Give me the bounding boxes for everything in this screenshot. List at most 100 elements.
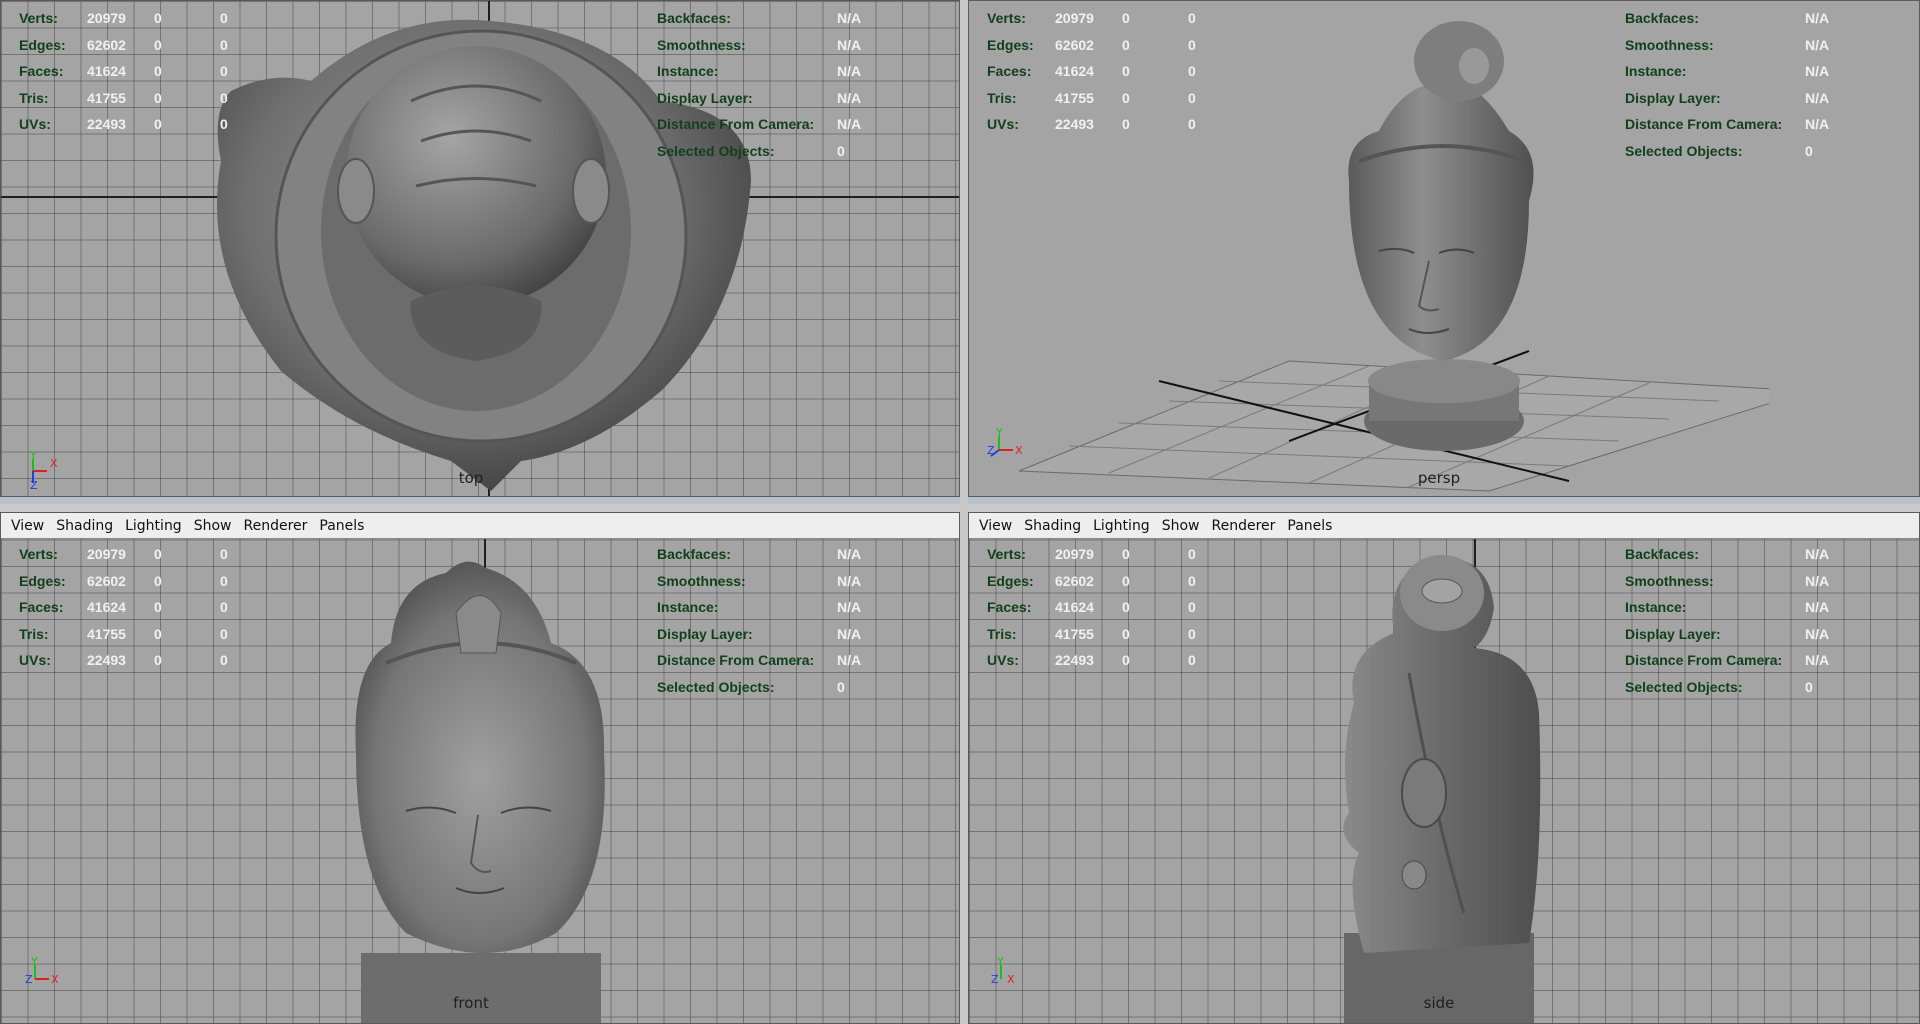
prop-value: N/A [1805,572,1830,589]
stat-value: 20979 [1055,10,1094,27]
stat-value: 0 [154,116,162,133]
menu-show[interactable]: Show [1156,518,1206,534]
stat-label: Edges: [987,36,1034,53]
sculpture-perspective-view[interactable] [1309,21,1569,471]
menu-shading[interactable]: Shading [1018,518,1087,534]
stat-value: 0 [154,63,162,80]
stat-label: Edges: [19,572,66,589]
poly-count-hud: Verts: 20979 0 0 Edges: 62602 0 0 Faces: 41624 0 0 T… [987,5,1196,138]
stat-value: 62602 [87,572,126,589]
stat-label: UVs: [19,652,51,669]
stat-value: 0 [154,625,162,642]
menu-view[interactable]: View [973,518,1018,534]
viewport-side[interactable]: View Shading Lighting Show Renderer Panels si… [968,512,1920,1024]
viewport-persp[interactable]: persp Y X Z Verts: 20979 0 0 Edges: 62602 0 0 Fa… [968,0,1920,497]
prop-row: Instance: N/A [1625,58,1829,85]
axis-gizmo: Y X Z [29,449,58,489]
menu-panels[interactable]: Panels [313,518,370,534]
prop-value: N/A [837,89,862,106]
stat-value: 0 [1188,625,1196,642]
stat-value: 0 [1122,36,1130,53]
svg-text:Y: Y [996,955,1004,968]
stat-row: Edges: 62602 0 0 [19,568,228,595]
stat-value: 0 [1122,599,1130,616]
stat-value: 20979 [87,10,126,27]
viewport-menubar: View Shading Lighting Show Renderer Panels [969,513,1919,539]
stat-value: 0 [220,546,228,563]
stat-row: UVs: 22493 0 0 [19,111,228,138]
menu-view[interactable]: View [5,518,50,534]
svg-text:Y: Y [29,449,37,462]
prop-label: Selected Objects: [657,142,775,159]
prop-label: Display Layer: [657,625,753,642]
menu-renderer[interactable]: Renderer [1205,518,1281,534]
stat-row: UVs: 22493 0 0 [987,111,1196,138]
sculpture-front-view[interactable] [336,553,626,1023]
stat-value: 0 [220,599,228,616]
prop-value: 0 [837,142,845,159]
stat-value: 0 [154,652,162,669]
prop-row: Smoothness: N/A [657,568,861,595]
stat-value: 62602 [87,36,126,53]
prop-row: Smoothness: N/A [657,32,861,59]
prop-label: Distance From Camera: [1625,116,1783,133]
prop-label: Instance: [1625,63,1687,80]
menu-lighting[interactable]: Lighting [119,518,188,534]
stat-value: 0 [154,572,162,589]
menu-show[interactable]: Show [188,518,238,534]
prop-label: Distance From Camera: [1625,652,1783,669]
prop-value: N/A [1805,652,1830,669]
prop-label: Instance: [657,599,719,616]
stat-value: 22493 [87,116,126,133]
stat-value: 62602 [1055,572,1094,589]
stat-value: 20979 [87,546,126,563]
stat-value: 0 [220,36,228,53]
axis-gizmo: Y X Z [25,955,59,986]
stat-row: Faces: 41624 0 0 [987,594,1196,621]
prop-value: N/A [837,625,862,642]
stat-value: 0 [220,63,228,80]
prop-value: N/A [1805,10,1830,27]
stat-value: 0 [220,572,228,589]
prop-label: Display Layer: [1625,625,1721,642]
menu-renderer[interactable]: Renderer [237,518,313,534]
prop-label: Selected Objects: [1625,678,1743,695]
svg-text:X: X [50,457,58,470]
stat-label: Faces: [19,599,64,616]
prop-label: Smoothness: [657,36,746,53]
stat-value: 0 [1122,10,1130,27]
viewport-front[interactable]: View Shading Lighting Show Renderer Panels fr… [0,512,960,1024]
camera-label: front [453,994,489,1012]
stat-row: Edges: 62602 0 0 [19,32,228,59]
prop-label: Smoothness: [657,572,746,589]
stat-value: 0 [154,36,162,53]
camera-label: persp [1417,469,1461,487]
viewport-divider-vertical[interactable] [960,0,968,1024]
stat-label: UVs: [987,116,1019,133]
stat-value: 41624 [1055,63,1094,80]
stat-row: Edges: 62602 0 0 [987,32,1196,59]
menu-lighting[interactable]: Lighting [1087,518,1156,534]
viewport-top[interactable]: top Y X Z Verts: 20979 0 0 Edges: 62602 0 0 Face… [0,0,960,497]
stat-row: Verts: 20979 0 0 [19,5,228,32]
svg-text:X: X [1015,444,1023,457]
camera-label: side [1423,994,1455,1012]
stat-label: Verts: [987,546,1026,563]
prop-row: Smoothness: N/A [1625,32,1829,59]
stat-row: Verts: 20979 0 0 [987,541,1196,568]
svg-text:Y: Y [30,955,38,968]
stat-row: Tris: 41755 0 0 [19,85,228,112]
stat-label: Faces: [987,599,1032,616]
object-details-hud: Backfaces: N/A Smoothness: N/A Instance: N/A D… [1625,541,1829,700]
stat-label: Edges: [987,572,1034,589]
menu-shading[interactable]: Shading [50,518,119,534]
stat-value: 0 [1122,546,1130,563]
stat-value: 0 [1122,625,1130,642]
svg-text:X: X [1007,973,1015,986]
menu-panels[interactable]: Panels [1281,518,1338,534]
stat-value: 41755 [87,625,126,642]
stat-value: 0 [154,89,162,106]
sculpture-side-view[interactable] [1314,553,1554,1023]
prop-value: N/A [1805,546,1830,563]
axis-gizmo: Y Z X [991,955,1015,986]
